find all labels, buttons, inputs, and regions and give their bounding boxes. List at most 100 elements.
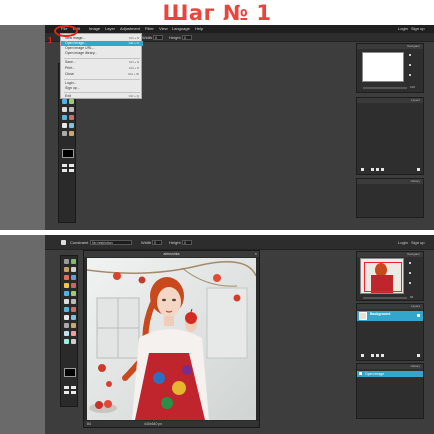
height-label: Height [169, 35, 181, 40]
width-field[interactable]: 0 [152, 240, 162, 245]
shape-tool-icon[interactable] [69, 123, 74, 128]
navigator-title: Navigator [407, 44, 420, 48]
burn-tool-icon[interactable] [62, 115, 67, 120]
document-dimensions: 440x640 px [144, 422, 163, 426]
sponge-tool-icon[interactable] [71, 299, 76, 304]
menu-adjustment[interactable]: Adjustment [120, 25, 140, 33]
text-tool-icon[interactable] [64, 315, 69, 320]
red-eye-tool-icon[interactable] [69, 115, 74, 120]
view-grid-icon[interactable] [64, 386, 76, 394]
stamp-tool-icon[interactable] [64, 283, 69, 288]
history-item-label: Open image [365, 372, 385, 376]
document-canvas[interactable] [87, 258, 256, 420]
document-title: alenushka [163, 252, 180, 256]
annotation-number: 1 [48, 36, 53, 45]
layer-button-icon[interactable] [376, 354, 379, 357]
layer-thumbnail [359, 312, 367, 320]
menu-item-close[interactable]: Close Ctrl + W [61, 72, 143, 77]
menu-item-save[interactable]: Save... Ctrl + S [61, 60, 143, 65]
smudge-tool-icon[interactable] [64, 331, 69, 336]
crop-tool-icon[interactable] [61, 240, 66, 245]
view-grid-icon[interactable] [62, 164, 74, 172]
login-link[interactable]: Login [398, 25, 408, 33]
menu-bar: File Edit Image Layer Adjustment Filter … [45, 25, 434, 33]
height-field[interactable]: 0 [182, 240, 192, 245]
gradient-tool-icon[interactable] [62, 107, 67, 112]
menu-filter[interactable]: Filter [145, 25, 154, 33]
zoom-slider[interactable] [363, 297, 407, 299]
constrain-select[interactable]: No restriction [90, 240, 132, 245]
menu-separator [64, 79, 140, 80]
menu-item-open-image-library[interactable]: Open image library... [61, 51, 143, 56]
menu-item-signup[interactable]: Sign up... [61, 86, 143, 91]
text-tool-icon[interactable] [62, 123, 67, 128]
navigator-title: Navigator [407, 252, 420, 256]
menu-item-exit[interactable]: Exit Ctrl + Q [61, 94, 143, 99]
marquee-tool-icon[interactable] [71, 259, 76, 264]
layer-button-icon[interactable] [381, 354, 384, 357]
signup-link[interactable]: Sign up [411, 235, 425, 250]
pencil-tool-icon[interactable] [64, 275, 69, 280]
lasso-tool-icon[interactable] [64, 267, 69, 272]
layers-title: Layers [410, 304, 420, 308]
layer-row-background[interactable]: Background [357, 311, 423, 321]
zoom-slider[interactable] [363, 87, 407, 89]
color-swatch-icon[interactable] [62, 149, 74, 158]
menu-language[interactable]: Language [172, 25, 190, 33]
left-gray-strip [0, 25, 45, 230]
menu-view[interactable]: View [159, 25, 168, 33]
layer-button-icon[interactable] [371, 168, 374, 171]
bucket-tool-icon[interactable] [71, 291, 76, 296]
width-field[interactable]: 0 [153, 35, 163, 40]
options-bar: Constraint No restriction Width 0 Height… [45, 235, 434, 250]
menu-item-print[interactable]: Print... Ctrl + P [61, 66, 143, 71]
picker-tool-icon[interactable] [71, 339, 76, 344]
red-eye-tool-icon[interactable] [71, 307, 76, 312]
heal-tool-icon[interactable] [71, 331, 76, 336]
constrain-label: Constraint [70, 240, 89, 245]
burn-tool-icon[interactable] [64, 307, 69, 312]
left-gray-strip [0, 235, 45, 434]
layer-button-icon[interactable] [371, 354, 374, 357]
eraser-tool-icon[interactable] [71, 283, 76, 288]
layer-button-icon[interactable] [381, 168, 384, 171]
trash-icon[interactable] [417, 168, 420, 171]
menu-layer[interactable]: Layer [105, 25, 115, 33]
close-icon[interactable]: × [255, 251, 257, 257]
hand-tool-icon[interactable] [62, 131, 67, 136]
menu-separator [64, 92, 140, 93]
gradient-tool-icon[interactable] [64, 299, 69, 304]
navigator-panel: Navigator 100 [356, 43, 424, 93]
width-label: Width [141, 240, 152, 245]
document-window: alenushka × 84 440x640 px [83, 250, 260, 428]
drop-tool-icon[interactable] [64, 291, 69, 296]
history-panel: History Open image [356, 363, 424, 419]
brush-tool-icon[interactable] [71, 275, 76, 280]
navigator-preview [360, 258, 404, 294]
move-tool-icon[interactable] [64, 259, 69, 264]
step-title: Шаг № 1 [162, 1, 272, 25]
layers-title: Layers [410, 98, 420, 102]
menu-help[interactable]: Help [195, 25, 203, 33]
bucket-tool-icon[interactable] [69, 99, 74, 104]
login-link[interactable]: Login [398, 235, 408, 250]
hand-tool-icon[interactable] [64, 323, 69, 328]
menu-image[interactable]: Image [89, 25, 100, 33]
history-step-icon [359, 372, 362, 375]
color-swatch-icon[interactable] [64, 368, 76, 377]
height-field[interactable]: 0 [182, 35, 192, 40]
layer-button-icon[interactable] [376, 168, 379, 171]
sponge-tool-icon[interactable] [69, 107, 74, 112]
signup-link[interactable]: Sign up [411, 25, 425, 33]
layer-button-icon[interactable] [361, 354, 364, 357]
document-titlebar[interactable]: alenushka × [84, 251, 259, 257]
zoom-tool-icon[interactable] [71, 323, 76, 328]
drop-tool-icon[interactable] [62, 99, 67, 104]
trash-icon[interactable] [417, 354, 420, 357]
wand-tool-icon[interactable] [71, 267, 76, 272]
replace-color-icon[interactable] [64, 339, 69, 344]
zoom-tool-icon[interactable] [69, 131, 74, 136]
shape-tool-icon[interactable] [71, 315, 76, 320]
layer-button-icon[interactable] [361, 168, 364, 171]
history-item[interactable]: Open image [357, 371, 423, 377]
